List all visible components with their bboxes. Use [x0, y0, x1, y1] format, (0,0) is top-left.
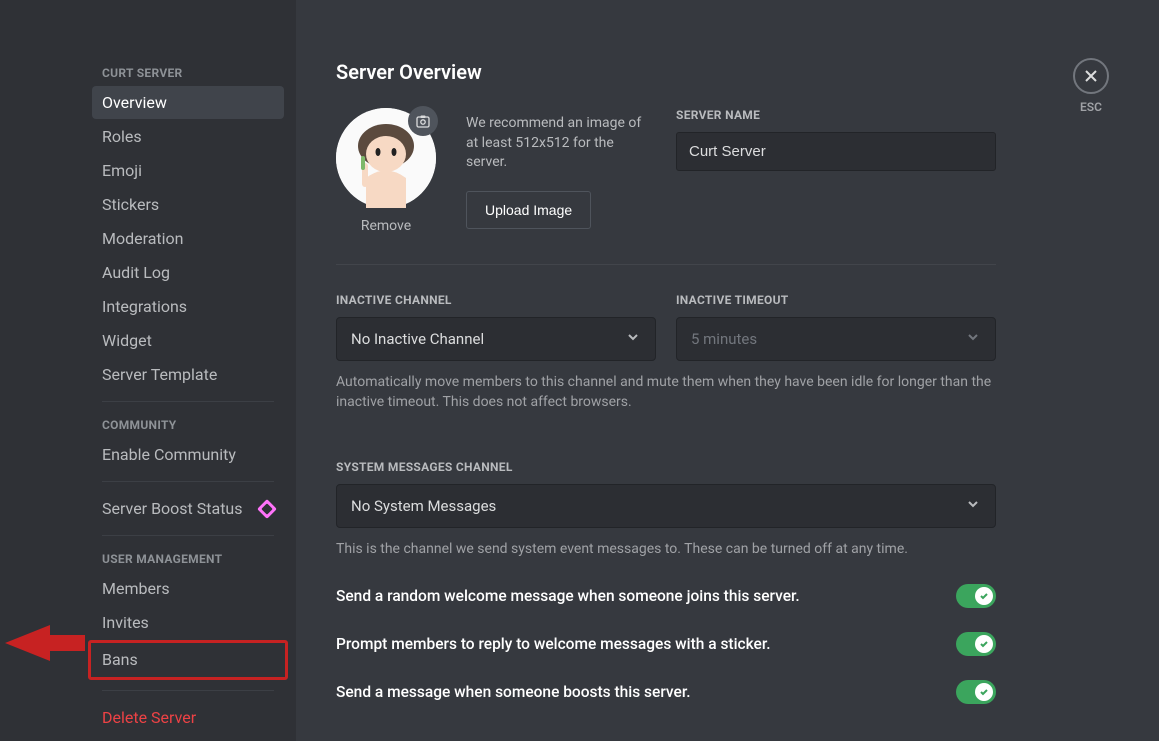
sidebar-divider — [102, 535, 274, 536]
sidebar-item-roles[interactable]: Roles — [92, 120, 284, 153]
boost-gem-icon — [257, 499, 277, 519]
sidebar-item-audit-log[interactable]: Audit Log — [92, 256, 284, 289]
check-icon — [979, 591, 989, 601]
check-icon — [979, 687, 989, 697]
sidebar-item-integrations[interactable]: Integrations — [92, 290, 284, 323]
sidebar-item-overview[interactable]: Overview — [92, 86, 284, 119]
sidebar-item-members[interactable]: Members — [92, 572, 284, 605]
annotation-arrow — [5, 623, 85, 663]
section-divider — [336, 264, 996, 265]
close-icon — [1083, 68, 1099, 84]
chevron-down-icon — [965, 329, 981, 349]
toggle-sticker[interactable] — [956, 632, 996, 656]
check-icon — [979, 639, 989, 649]
upload-image-button[interactable]: Upload Image — [466, 191, 591, 229]
system-messages-label: SYSTEM MESSAGES CHANNEL — [336, 460, 1119, 474]
sidebar-header-user-management: USER MANAGEMENT — [92, 546, 284, 572]
sidebar-item-stickers[interactable]: Stickers — [92, 188, 284, 221]
sidebar-header-server: CURT SERVER — [92, 60, 284, 86]
system-helper-text: This is the channel we send system event… — [336, 540, 996, 560]
inactive-timeout-value: 5 minutes — [691, 330, 757, 348]
toggle-welcome[interactable] — [956, 584, 996, 608]
toggle-boost-label: Send a message when someone boosts this … — [336, 683, 691, 701]
inactive-channel-label: INACTIVE CHANNEL — [336, 293, 656, 307]
image-recommend-text: We recommend an image of at least 512x51… — [466, 114, 646, 173]
sidebar-item-enable-community[interactable]: Enable Community — [92, 438, 284, 471]
esc-label: ESC — [1080, 100, 1102, 114]
sidebar-divider — [102, 481, 274, 482]
inactive-timeout-select[interactable]: 5 minutes — [676, 317, 996, 361]
sidebar-item-moderation[interactable]: Moderation — [92, 222, 284, 255]
sidebar-header-community: COMMUNITY — [92, 412, 284, 438]
annotation-highlight-box: Bans — [88, 640, 288, 680]
page-title: Server Overview — [336, 60, 1119, 84]
close-button[interactable] — [1073, 58, 1109, 94]
inactive-helper-text: Automatically move members to this chann… — [336, 373, 996, 412]
inactive-channel-value: No Inactive Channel — [351, 330, 484, 348]
remove-icon-link[interactable]: Remove — [361, 218, 411, 234]
inactive-channel-select[interactable]: No Inactive Channel — [336, 317, 656, 361]
upload-image-badge[interactable] — [408, 106, 438, 136]
inactive-timeout-label: INACTIVE TIMEOUT — [676, 293, 996, 307]
sidebar-item-server-boost[interactable]: Server Boost Status — [92, 492, 284, 525]
toggle-boost[interactable] — [956, 680, 996, 704]
sidebar-divider — [102, 690, 274, 691]
server-name-label: SERVER NAME — [676, 108, 1119, 122]
sidebar-item-invites[interactable]: Invites — [92, 606, 284, 639]
sidebar-item-delete-server[interactable]: Delete Server — [92, 701, 284, 734]
sidebar-item-server-template[interactable]: Server Template — [92, 358, 284, 391]
toggle-welcome-label: Send a random welcome message when someo… — [336, 587, 800, 605]
sidebar-item-widget[interactable]: Widget — [92, 324, 284, 357]
sidebar-item-emoji[interactable]: Emoji — [92, 154, 284, 187]
upload-icon — [415, 113, 431, 129]
toggle-sticker-label: Prompt members to reply to welcome messa… — [336, 635, 771, 653]
settings-content: ESC Server Overview — [296, 0, 1159, 741]
system-messages-value: No System Messages — [351, 497, 496, 515]
server-icon[interactable] — [336, 108, 436, 208]
sidebar-item-bans[interactable]: Bans — [92, 643, 281, 676]
server-name-input[interactable] — [676, 132, 996, 171]
chevron-down-icon — [625, 329, 641, 349]
sidebar-divider — [102, 401, 274, 402]
system-messages-select[interactable]: No System Messages — [336, 484, 996, 528]
chevron-down-icon — [965, 496, 981, 516]
